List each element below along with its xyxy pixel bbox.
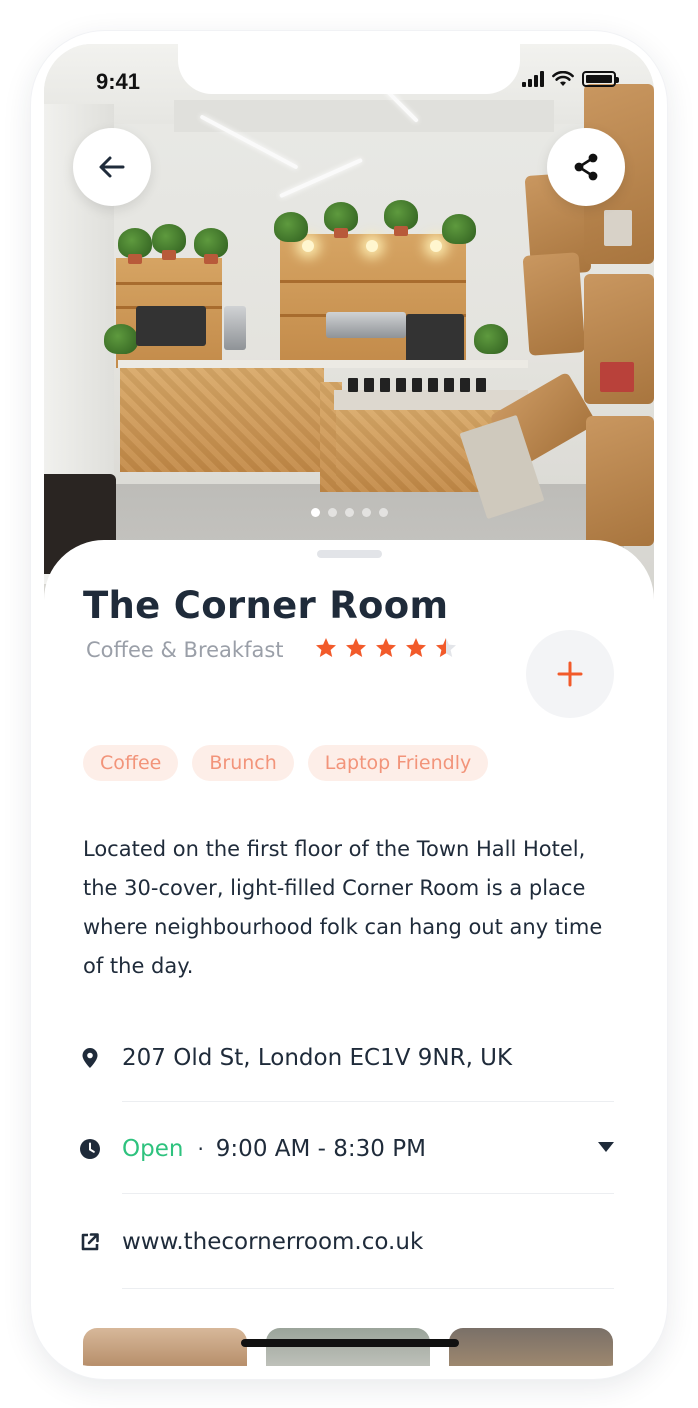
gallery-dot[interactable] bbox=[344, 508, 354, 517]
photo-thumbnail[interactable] bbox=[83, 1328, 247, 1366]
rating-stars bbox=[314, 636, 458, 660]
website-link[interactable]: www.thecornerroom.co.uk bbox=[122, 1229, 423, 1255]
external-link-icon bbox=[80, 1232, 100, 1252]
star-full-icon bbox=[406, 638, 426, 657]
sheet-handle[interactable] bbox=[317, 550, 382, 558]
place-description: Located on the first floor of the Town H… bbox=[83, 837, 603, 978]
hours-row[interactable]: Open · 9:00 AM - 8:30 PM bbox=[80, 1129, 614, 1169]
open-status: Open bbox=[122, 1136, 184, 1162]
tag-chip[interactable]: Laptop Friendly bbox=[307, 745, 489, 781]
status-time: 9:41 bbox=[96, 69, 141, 94]
tag-list: Coffee Brunch Laptop Friendly bbox=[83, 745, 489, 781]
star-full-icon bbox=[346, 638, 366, 657]
cellular-signal-icon bbox=[522, 71, 544, 87]
hero-image[interactable] bbox=[44, 44, 654, 604]
star-full-icon bbox=[376, 638, 396, 657]
notch bbox=[178, 44, 520, 94]
address-row[interactable]: 207 Old St, London EC1V 9NR, UK bbox=[80, 1038, 614, 1078]
star-half-icon bbox=[436, 638, 456, 657]
website-row[interactable]: www.thecornerroom.co.uk bbox=[80, 1222, 614, 1262]
plus-icon bbox=[557, 661, 583, 687]
share-icon bbox=[574, 153, 598, 181]
caret-down-icon[interactable] bbox=[598, 1142, 614, 1152]
gallery-dot[interactable] bbox=[327, 508, 337, 517]
screen: 9:41 The Corner Room Coffee & Breakfast bbox=[44, 44, 654, 1366]
photo-thumbnail[interactable] bbox=[266, 1328, 430, 1366]
gallery-dot[interactable] bbox=[361, 508, 371, 517]
divider bbox=[122, 1193, 614, 1194]
tag-chip[interactable]: Coffee bbox=[83, 745, 179, 781]
gallery-page-dots[interactable] bbox=[44, 508, 654, 520]
battery-icon bbox=[582, 71, 619, 87]
arrow-left-icon bbox=[99, 156, 125, 178]
gallery-dot[interactable] bbox=[310, 508, 320, 517]
tag-chip[interactable]: Brunch bbox=[192, 745, 294, 781]
wifi-icon bbox=[552, 71, 574, 86]
photo-thumbnail[interactable] bbox=[449, 1328, 613, 1366]
gallery-dot[interactable] bbox=[378, 508, 388, 517]
share-button[interactable] bbox=[547, 128, 625, 206]
photo-thumbnails bbox=[83, 1328, 614, 1366]
place-category: Coffee & Breakfast bbox=[86, 638, 284, 662]
location-pin-icon bbox=[80, 1048, 100, 1068]
divider bbox=[122, 1101, 614, 1102]
star-full-icon bbox=[316, 638, 336, 657]
clock-icon bbox=[80, 1139, 100, 1159]
home-indicator[interactable] bbox=[241, 1339, 459, 1347]
details-sheet: The Corner Room Coffee & Breakfast Coffe… bbox=[44, 540, 654, 1366]
place-title: The Corner Room bbox=[83, 584, 449, 627]
status-icons bbox=[522, 71, 619, 87]
hours-text: 9:00 AM - 8:30 PM bbox=[215, 1136, 426, 1162]
divider bbox=[122, 1288, 614, 1289]
back-button[interactable] bbox=[73, 128, 151, 206]
add-button[interactable] bbox=[526, 630, 614, 718]
separator-dot: · bbox=[197, 1137, 204, 1161]
address-text: 207 Old St, London EC1V 9NR, UK bbox=[122, 1045, 513, 1071]
